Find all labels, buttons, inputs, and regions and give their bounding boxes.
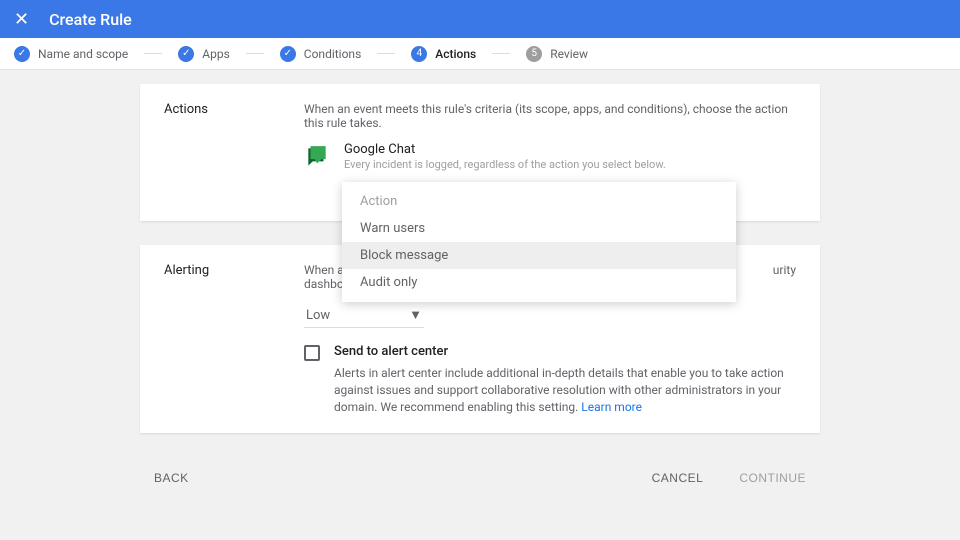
check-icon: ✓: [178, 46, 194, 62]
cancel-button[interactable]: CANCEL: [638, 463, 718, 493]
dropdown-option-block[interactable]: Block message: [342, 242, 736, 269]
step-connector: [492, 53, 510, 54]
dropdown-option-warn[interactable]: Warn users: [342, 215, 736, 242]
step-connector: [144, 53, 162, 54]
checkbox-description: Alerts in alert center include additiona…: [334, 365, 796, 415]
step-apps[interactable]: ✓ Apps: [178, 46, 230, 62]
step-conditions[interactable]: ✓ Conditions: [280, 46, 361, 62]
send-alert-checkbox[interactable]: [304, 345, 320, 361]
severity-select[interactable]: Low ▼: [304, 303, 424, 328]
section-label-alerting: Alerting: [164, 263, 304, 415]
back-button[interactable]: BACK: [140, 463, 203, 493]
step-number-icon: 5: [526, 46, 542, 62]
section-label-actions: Actions: [164, 102, 304, 203]
app-subtext: Every incident is logged, regardless of …: [344, 158, 796, 171]
dropdown-option-placeholder: Action: [342, 188, 736, 215]
actions-description: When an event meets this rule's criteria…: [304, 102, 796, 130]
page-title: Create Rule: [49, 10, 132, 29]
step-connector: [377, 53, 395, 54]
footer-actions: BACK CANCEL CONTINUE: [0, 457, 960, 493]
action-dropdown-menu: Action Warn users Block message Audit on…: [342, 182, 736, 302]
chevron-down-icon: ▼: [409, 307, 422, 323]
severity-value: Low: [306, 308, 330, 323]
check-icon: ✓: [280, 46, 296, 62]
wizard-stepper: ✓ Name and scope ✓ Apps ✓ Conditions 4 A…: [0, 38, 960, 70]
step-connector: [246, 53, 264, 54]
actions-card: Actions When an event meets this rule's …: [140, 84, 820, 221]
learn-more-link[interactable]: Learn more: [581, 400, 642, 414]
dropdown-option-audit[interactable]: Audit only: [342, 269, 736, 296]
continue-button[interactable]: CONTINUE: [725, 463, 820, 493]
app-name: Google Chat: [344, 142, 796, 157]
step-name-scope[interactable]: ✓ Name and scope: [14, 46, 128, 62]
checkbox-label: Send to alert center: [334, 344, 796, 359]
app-header: ✕ Create Rule: [0, 0, 960, 38]
google-chat-icon: [304, 144, 330, 170]
close-icon[interactable]: ✕: [14, 9, 29, 30]
step-number-icon: 4: [411, 46, 427, 62]
step-review: 5 Review: [526, 46, 588, 62]
check-icon: ✓: [14, 46, 30, 62]
step-actions[interactable]: 4 Actions: [411, 46, 476, 62]
